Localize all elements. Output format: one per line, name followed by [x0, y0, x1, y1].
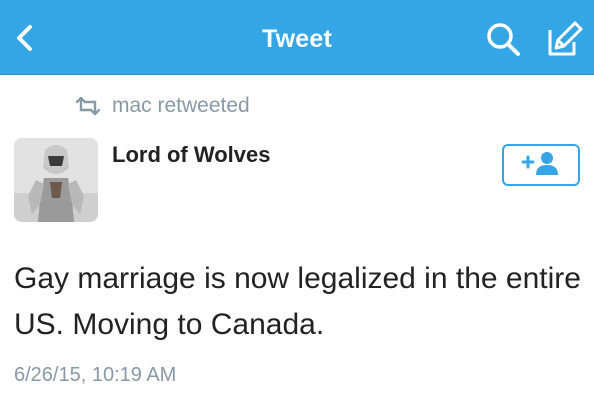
- retweet-context: mac retweeted: [74, 92, 250, 120]
- back-chevron-icon[interactable]: [8, 20, 44, 56]
- follow-button[interactable]: [502, 144, 580, 186]
- add-user-icon: [519, 149, 563, 182]
- author-name[interactable]: Lord of Wolves: [112, 142, 271, 168]
- tweet-timestamp[interactable]: 6/26/15, 10:19 AM: [14, 364, 176, 387]
- navbar-divider: [0, 74, 594, 75]
- search-icon[interactable]: [484, 20, 524, 60]
- avatar[interactable]: [14, 138, 98, 222]
- compose-icon[interactable]: [542, 18, 584, 60]
- retweet-label[interactable]: mac retweeted: [112, 94, 250, 118]
- tweet-text: Gay marriage is now legalized in the ent…: [14, 262, 581, 341]
- navigation-bar: Tweet: [0, 0, 594, 74]
- retweet-icon: [74, 96, 102, 116]
